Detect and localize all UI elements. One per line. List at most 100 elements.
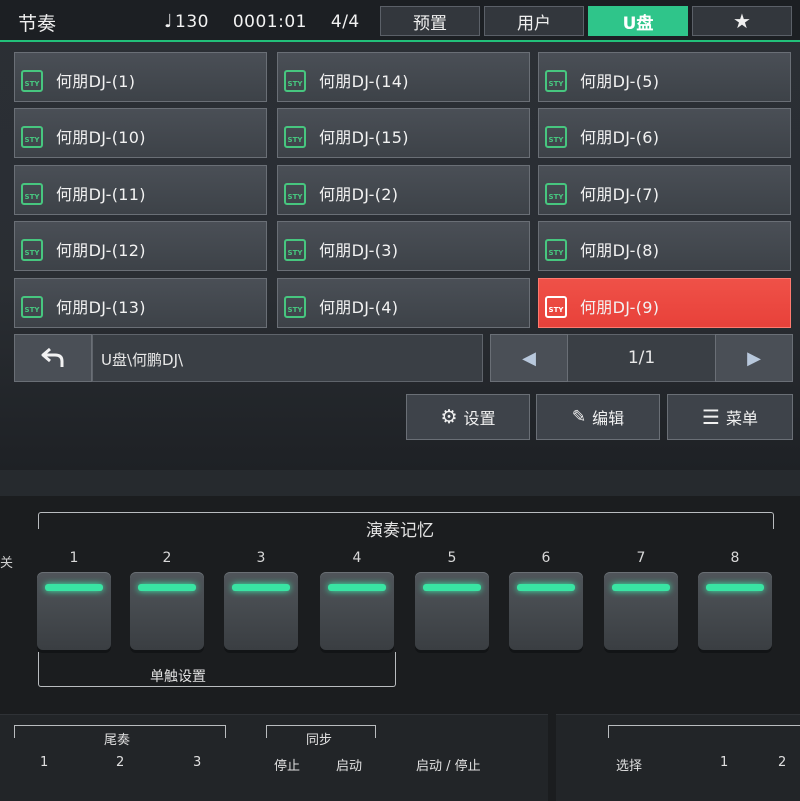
style-file-item[interactable]: STY 何朋DJ-(15) — [277, 108, 530, 158]
style-file-label: 何朋DJ-(15) — [319, 128, 409, 147]
next-page-button[interactable]: ▶ — [715, 334, 793, 382]
led-indicator — [138, 584, 196, 591]
off-label: 关 — [0, 556, 14, 571]
style-file-item[interactable]: STY 何朋DJ-(9) — [538, 278, 791, 328]
menu-button[interactable]: ☰ 菜单 — [667, 394, 793, 440]
triangle-left-icon: ◀ — [522, 347, 536, 369]
select-bracket — [608, 725, 800, 738]
memory-button[interactable] — [415, 572, 489, 650]
ending-1: 1 — [40, 755, 49, 770]
style-file-icon: STY — [21, 70, 43, 92]
style-file-icon: STY — [21, 239, 43, 261]
style-file-label: 何朋DJ-(9) — [580, 298, 660, 317]
style-file-label: 何朋DJ-(4) — [319, 298, 399, 317]
memory-button[interactable] — [224, 572, 298, 650]
style-file-item[interactable]: STY 何朋DJ-(13) — [14, 278, 267, 328]
style-file-item[interactable]: STY 何朋DJ-(11) — [14, 165, 267, 215]
led-indicator — [232, 584, 290, 591]
memory-button[interactable] — [604, 572, 678, 650]
style-file-label: 何朋DJ-(13) — [56, 298, 146, 317]
tab-preset[interactable]: 预置 — [380, 6, 480, 36]
memory-button[interactable] — [698, 572, 772, 650]
led-indicator — [328, 584, 386, 591]
edit-label: 编辑 — [592, 409, 625, 428]
ending-3: 3 — [193, 755, 202, 770]
ending-2: 2 — [116, 755, 125, 770]
style-file-icon: STY — [284, 296, 306, 318]
path-bar: U盘\何鹏DJ\ — [14, 334, 483, 382]
style-file-label: 何朋DJ-(1) — [56, 72, 136, 91]
single-touch-label: 单触设置 — [150, 669, 206, 685]
style-file-label: 何朋DJ-(11) — [56, 185, 146, 204]
sync-stop-label: 停止 — [274, 759, 301, 774]
style-file-item[interactable]: STY 何朋DJ-(3) — [277, 221, 530, 271]
memory-title: 演奏记忆 — [0, 516, 800, 541]
led-indicator — [423, 584, 481, 591]
memory-number: 2 — [162, 550, 172, 566]
pager: ◀ 1/1 ▶ — [490, 334, 793, 382]
folder-path: U盘\何鹏DJ\ — [92, 334, 483, 382]
memory-number: 3 — [256, 550, 266, 566]
measure-value: 0001:01 — [232, 12, 307, 32]
select-label: 选择 — [616, 759, 643, 774]
memory-number: 1 — [69, 550, 79, 566]
style-file-icon: STY — [284, 70, 306, 92]
style-file-icon: STY — [284, 239, 306, 261]
start-stop-label: 启动 / 停止 — [416, 759, 481, 774]
style-file-item[interactable]: STY 何朋DJ-(5) — [538, 52, 791, 102]
style-file-icon: STY — [21, 126, 43, 148]
style-file-icon: STY — [545, 296, 567, 318]
style-file-item[interactable]: STY 何朋DJ-(7) — [538, 165, 791, 215]
memory-button[interactable] — [320, 572, 394, 650]
memory-number: 6 — [541, 550, 551, 566]
style-file-label: 何朋DJ-(6) — [580, 128, 660, 147]
style-file-item[interactable]: STY 何朋DJ-(4) — [277, 278, 530, 328]
music-note-icon: ♩ — [164, 11, 173, 32]
settings-label: 设置 — [463, 409, 496, 428]
hardware-panel: 演奏记忆 关 1 2 3 4 5 6 7 8 单触设置 尾奏 1 2 3 同步 停止 启动 启… — [0, 470, 800, 801]
display-screen: 节奏 ♩ 130 0001:01 4/4 预置 用户 U盘 ★ STY 何朋DJ-(… — [0, 0, 800, 470]
style-file-item[interactable]: STY 何朋DJ-(14) — [277, 52, 530, 102]
single-touch-bracket — [38, 652, 396, 687]
style-file-label: 何朋DJ-(3) — [319, 241, 399, 260]
sync-start-label: 启动 — [336, 759, 363, 774]
memory-number: 4 — [352, 550, 362, 566]
led-indicator — [612, 584, 670, 591]
style-file-label: 何朋DJ-(8) — [580, 241, 660, 260]
style-file-label: 何朋DJ-(7) — [580, 185, 660, 204]
tab-favorites[interactable]: ★ — [692, 6, 792, 36]
memory-button[interactable] — [509, 572, 583, 650]
style-file-icon: STY — [545, 70, 567, 92]
memory-number: 8 — [730, 550, 740, 566]
style-file-label: 何朋DJ-(12) — [56, 241, 146, 260]
tab-usb[interactable]: U盘 — [588, 6, 688, 36]
style-file-item[interactable]: STY 何朋DJ-(6) — [538, 108, 791, 158]
lower-left-section: 尾奏 1 2 3 同步 停止 启动 启动 / 停止 — [0, 714, 548, 801]
right-num-2: 2 — [778, 755, 787, 770]
back-button[interactable] — [14, 334, 92, 382]
led-indicator — [45, 584, 103, 591]
settings-button[interactable]: ⚙ 设置 — [406, 394, 530, 440]
tempo-value: 130 — [175, 12, 209, 32]
time-signature: 4/4 — [330, 12, 360, 32]
style-file-label: 何朋DJ-(10) — [56, 128, 146, 147]
style-file-icon: STY — [545, 126, 567, 148]
style-file-item[interactable]: STY 何朋DJ-(1) — [14, 52, 267, 102]
style-file-item[interactable]: STY 何朋DJ-(10) — [14, 108, 267, 158]
memory-number: 7 — [636, 550, 646, 566]
memory-button[interactable] — [37, 572, 111, 650]
style-file-label: 何朋DJ-(2) — [319, 185, 399, 204]
style-file-item[interactable]: STY 何朋DJ-(12) — [14, 221, 267, 271]
triangle-right-icon: ▶ — [747, 347, 761, 369]
tab-user[interactable]: 用户 — [484, 6, 584, 36]
memory-button[interactable] — [130, 572, 204, 650]
menu-icon: ☰ — [702, 405, 720, 429]
prev-page-button[interactable]: ◀ — [490, 334, 568, 382]
memory-number: 5 — [447, 550, 457, 566]
gear-icon: ⚙ — [440, 406, 458, 428]
page-title: 节奏 — [18, 13, 57, 35]
style-file-item[interactable]: STY 何朋DJ-(2) — [277, 165, 530, 215]
style-file-item[interactable]: STY 何朋DJ-(8) — [538, 221, 791, 271]
edit-button[interactable]: ✎ 编辑 — [536, 394, 660, 440]
led-indicator — [706, 584, 764, 591]
